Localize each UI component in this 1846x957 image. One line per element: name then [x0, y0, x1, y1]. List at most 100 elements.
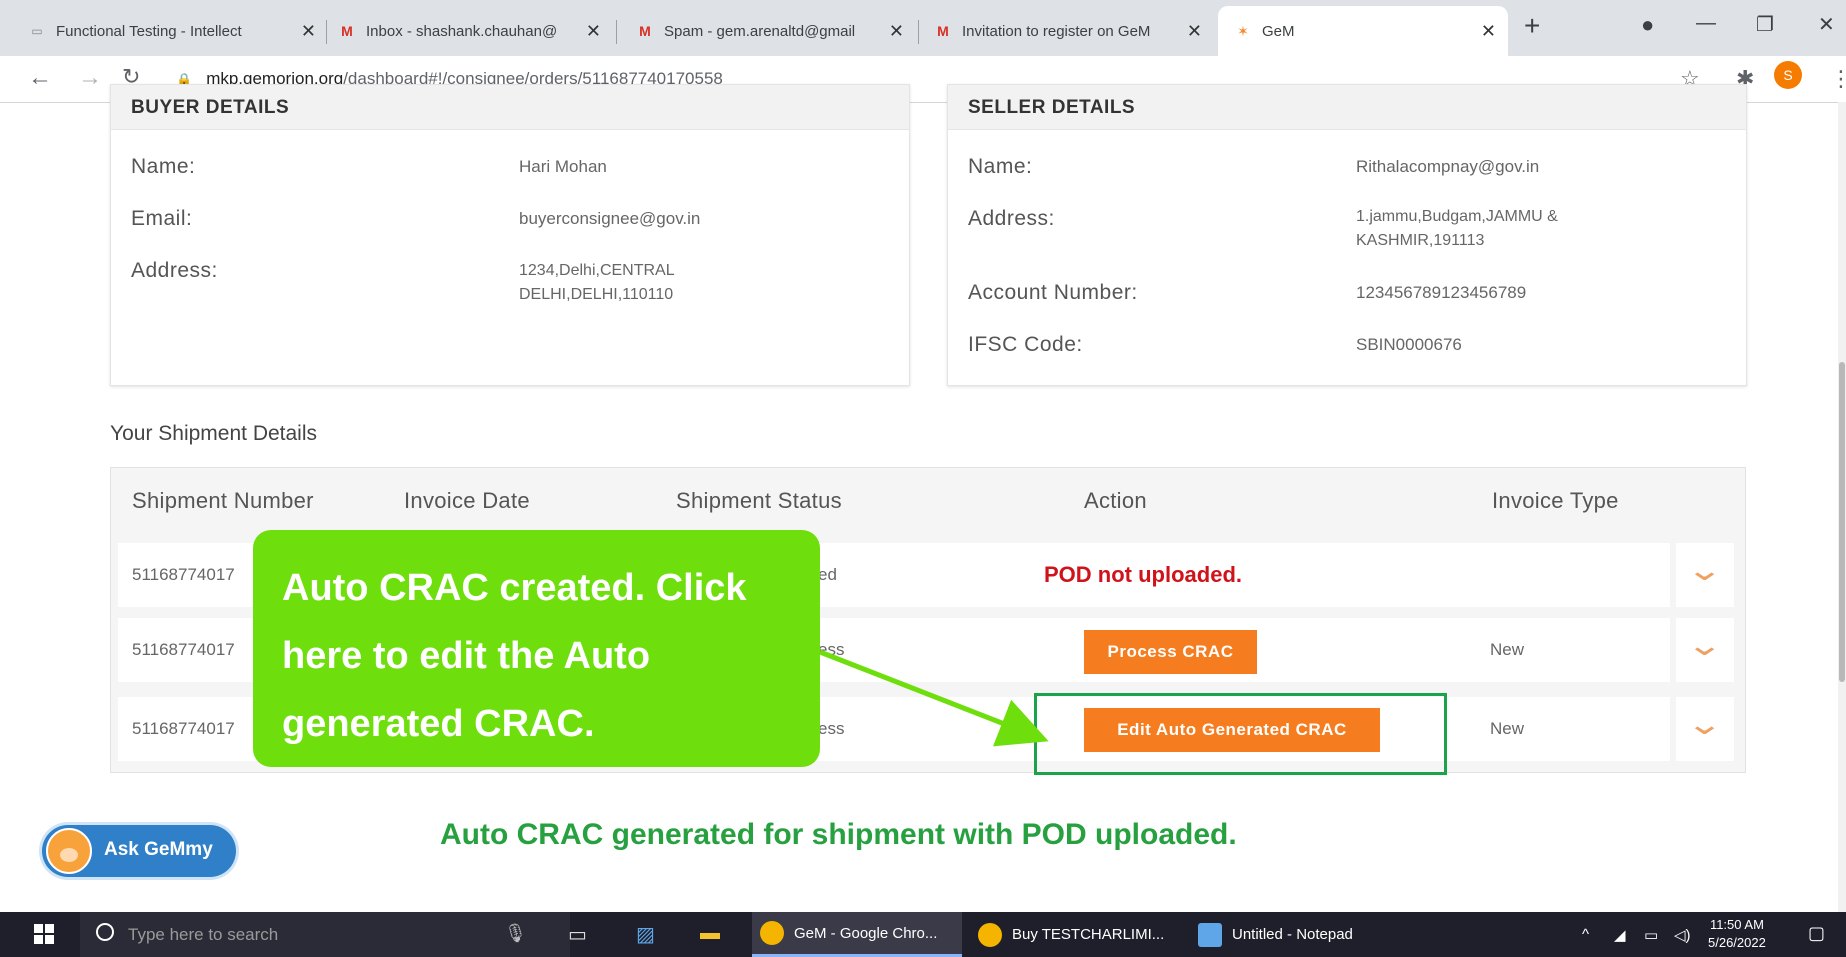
chrome-icon [760, 921, 784, 945]
buyer-address-line1: 1234,Delhi,CENTRAL [519, 262, 675, 279]
callout-text: Auto CRAC created. Click here to edit th… [282, 554, 802, 758]
buyer-name-label: Name: [131, 155, 196, 178]
clock-date: 5/26/2022 [1708, 935, 1766, 950]
tab-inbox[interactable]: M Inbox - shashank.chauhan@ ✕ [338, 6, 613, 56]
invoice-type: New [1490, 640, 1525, 659]
gemmy-avatar-icon [46, 828, 92, 874]
buyer-details-title: BUYER DETAILS [131, 97, 290, 118]
tab-title: Spam - gem.arenaltd@gmail [664, 22, 856, 40]
col-header-shipment-number: Shipment Number [132, 488, 314, 513]
taskbar-app-label: Buy TESTCHARLIMI... [1012, 926, 1165, 943]
tab-search-icon[interactable]: ● [1641, 12, 1654, 38]
auto-crac-note: Auto CRAC generated for shipment with PO… [440, 818, 1237, 851]
seller-address-value: 1.jammu,Budgam,JAMMU & KASHMIR,191113 [1356, 205, 1558, 253]
expand-row-button[interactable]: ⌄ [1676, 543, 1734, 607]
shipment-details-title: Your Shipment Details [110, 422, 318, 445]
buyer-details-card: BUYER DETAILS Name: Hari Mohan Email: bu… [110, 84, 910, 386]
callout-line: Auto CRAC created. Click [282, 567, 747, 609]
tab-separator [616, 20, 617, 44]
browser-tab-bar: ▭ Functional Testing - Intellect ✕ M Inb… [0, 0, 1846, 56]
seller-address-label: Address: [968, 207, 1055, 230]
close-tab-icon[interactable]: ✕ [889, 21, 904, 42]
tab-spam[interactable]: M Spam - gem.arenaltd@gmail ✕ [636, 6, 916, 56]
seller-account-value: 123456789123456789 [1356, 283, 1527, 302]
col-header-invoice-type: Invoice Type [1492, 488, 1619, 513]
menu-icon[interactable]: ⋮ [1830, 66, 1846, 92]
scrollbar-thumb[interactable] [1839, 362, 1845, 682]
chevron-down-icon: ⌄ [1685, 708, 1724, 741]
tab-title: GeM [1262, 22, 1295, 40]
back-icon[interactable]: ← [28, 64, 52, 92]
gmail-icon: M [341, 23, 353, 39]
buyer-details-header: BUYER DETAILS [111, 85, 909, 130]
taskbar-clock[interactable]: 11:50 AM 5/26/2022 [1708, 916, 1766, 952]
col-header-invoice-date: Invoice Date [404, 488, 530, 513]
microphone-icon[interactable]: 🎙 [504, 923, 527, 944]
windows-taskbar: Type here to search 🎙 ▭ ▨ ▬ GeM - Google… [0, 912, 1846, 957]
taskbar-app-chrome-buy[interactable]: Buy TESTCHARLIMI... [970, 912, 1180, 957]
taskbar-app-notepad[interactable]: Untitled - Notepad [1190, 912, 1400, 957]
close-tab-icon[interactable]: ✕ [1481, 21, 1496, 42]
tab-invitation[interactable]: M Invitation to register on GeM ✕ [934, 6, 1214, 56]
taskbar-app-chrome-gem[interactable]: GeM - Google Chro... [752, 912, 962, 957]
seller-details-header: SELLER DETAILS [948, 85, 1746, 130]
page-scrollbar[interactable] [1838, 102, 1846, 912]
close-tab-icon[interactable]: ✕ [301, 21, 316, 42]
buyer-address-label: Address: [131, 259, 218, 282]
chrome-icon [978, 922, 1002, 947]
cortana-icon [96, 923, 114, 941]
new-tab-icon[interactable]: + [1524, 10, 1540, 42]
seller-name-value: Rithalacompnay@gov.in [1356, 157, 1540, 176]
seller-ifsc-label: IFSC Code: [968, 333, 1083, 356]
snipping-tool-icon[interactable]: ▨ [636, 922, 655, 947]
buyer-address-value: 1234,Delhi,CENTRAL DELHI,DELHI,110110 [519, 259, 675, 307]
ask-gemmy-button[interactable]: Ask GeMmy [42, 825, 236, 877]
volume-icon[interactable]: ◁) [1674, 926, 1691, 944]
forward-icon[interactable]: → [78, 64, 102, 92]
tab-gem[interactable]: ✶ GeM ✕ [1218, 6, 1508, 56]
seller-details-title: SELLER DETAILS [968, 97, 1136, 118]
search-placeholder: Type here to search [128, 925, 279, 944]
tab-functional-testing[interactable]: ▭ Functional Testing - Intellect ✕ [28, 6, 328, 56]
battery-icon[interactable]: ▭ [1644, 926, 1658, 944]
clock-time: 11:50 AM [1709, 917, 1764, 932]
close-tab-icon[interactable]: ✕ [586, 21, 601, 42]
shipment-status: ess [818, 719, 845, 738]
network-icon[interactable]: ◢ [1614, 926, 1626, 944]
chevron-down-icon: ⌄ [1685, 629, 1724, 662]
process-crac-button[interactable]: Process CRAC [1084, 630, 1257, 674]
tab-separator [326, 20, 327, 44]
notifications-icon[interactable]: ▢ [1808, 923, 1825, 944]
taskbar-app-label: Untitled - Notepad [1232, 926, 1353, 943]
doc-icon: ▭ [31, 24, 43, 38]
buyer-email-label: Email: [131, 207, 193, 230]
task-view-icon[interactable]: ▭ [568, 922, 587, 947]
gmail-icon: M [937, 23, 949, 39]
highlight-box [1034, 693, 1447, 775]
tab-title: Functional Testing - Intellect [56, 22, 242, 40]
seller-account-label: Account Number: [968, 281, 1138, 304]
shipment-number: 51168774017 [132, 640, 235, 659]
restore-icon[interactable]: ❐ [1756, 12, 1774, 37]
shipment-number: 51168774017 [132, 565, 235, 584]
windows-start-icon[interactable] [34, 924, 54, 944]
profile-avatar[interactable]: S [1774, 61, 1802, 89]
seller-ifsc-value: SBIN0000676 [1356, 335, 1462, 354]
callout-line: here to edit the Auto [282, 635, 651, 677]
close-window-icon[interactable]: ✕ [1818, 12, 1835, 37]
pod-not-uploaded-text: POD not uploaded. [1044, 562, 1242, 587]
close-tab-icon[interactable]: ✕ [1187, 21, 1202, 42]
seller-name-label: Name: [968, 155, 1033, 178]
col-header-shipment-status: Shipment Status [676, 488, 842, 513]
buyer-name-value: Hari Mohan [519, 157, 607, 176]
gem-icon: ✶ [1237, 22, 1249, 39]
buyer-email-value: buyerconsignee@gov.in [519, 209, 701, 228]
file-explorer-icon[interactable]: ▬ [700, 922, 720, 945]
taskbar-app-label: GeM - Google Chro... [794, 924, 938, 942]
expand-row-button[interactable]: ⌄ [1676, 697, 1734, 761]
taskbar-search[interactable]: Type here to search 🎙 [80, 912, 570, 957]
seller-address-line1: 1.jammu,Budgam,JAMMU & [1356, 208, 1558, 225]
minimize-icon[interactable]: — [1696, 12, 1716, 35]
tray-overflow-icon[interactable]: ^ [1582, 926, 1589, 943]
expand-row-button[interactable]: ⌄ [1676, 618, 1734, 682]
